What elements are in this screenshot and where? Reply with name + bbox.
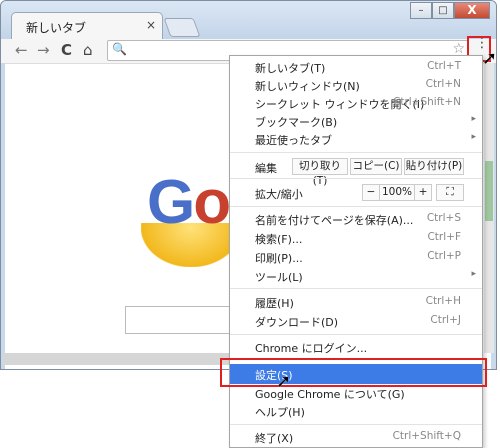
menu-item-new-window[interactable]: 新しいウィンドウ(N) Ctrl+N [230,76,482,94]
menu-separator [230,424,482,425]
google-search-box[interactable] [125,306,235,334]
window-controls: – □ X [410,2,490,19]
paste-button[interactable]: 貼り付け(P) [404,158,464,175]
menu-item-downloads[interactable]: ダウンロード(D) Ctrl+J [230,312,482,330]
maximize-button[interactable]: □ [432,2,454,19]
scrollbar-thumb[interactable] [485,161,493,221]
zoom-out-button[interactable]: − [362,184,380,201]
menu-item-find[interactable]: 検索(F)... Ctrl+F [230,229,482,247]
menu-item-new-tab[interactable]: 新しいタブ(T) Ctrl+T [230,58,482,76]
menu-item-sign-in[interactable]: Chrome にログイン... [230,338,482,356]
tab-title: 新しいタブ [26,21,87,35]
minimize-button[interactable]: – [410,2,432,19]
home-icon[interactable]: ⌂ [83,41,93,59]
zoom-in-button[interactable]: + [414,184,432,201]
menu-item-bookmarks[interactable]: ブックマーク(B) ▸ [230,112,482,130]
title-bar: 新しいタブ × – □ X [1,1,496,40]
menu-separator [230,334,482,335]
tab-close-icon[interactable]: × [146,18,156,32]
menu-item-save-page[interactable]: 名前を付けてページを保存(A)... Ctrl+S [230,210,482,228]
menu-item-help[interactable]: ヘルプ(H) [230,402,482,420]
search-icon: 🔍 [112,42,127,56]
tab-new-tab[interactable]: 新しいタブ × [11,12,163,40]
menu-item-recent-tabs[interactable]: 最近使ったタブ ▸ [230,130,482,148]
new-tab-button[interactable] [163,18,201,37]
menu-separator [230,152,482,153]
horizontal-scrollbar[interactable] [3,353,231,365]
copy-button[interactable]: コピー(C) [350,158,402,175]
submenu-arrow-icon: ▸ [471,269,476,279]
mouse-cursor-icon: ➚ [276,371,292,392]
annotation-box [220,358,487,387]
back-arrow-icon[interactable]: ← [15,41,28,59]
menu-separator [230,206,482,207]
menu-item-history[interactable]: 履歴(H) Ctrl+H [230,293,482,311]
fullscreen-icon[interactable]: ⛶ [436,184,464,201]
menu-item-exit[interactable]: 終了(X) Ctrl+Shift+Q [230,428,482,446]
submenu-arrow-icon: ▸ [471,132,476,142]
menu-separator [230,178,482,179]
menu-separator [230,288,482,289]
close-window-button[interactable]: X [454,2,490,19]
zoom-level: 100% [380,184,414,201]
menu-item-incognito[interactable]: シークレット ウィンドウを開く(I) Ctrl+Shift+N [230,94,482,112]
forward-arrow-icon[interactable]: → [37,41,50,59]
logo-letter: o [193,168,231,237]
menu-item-print[interactable]: 印刷(P)... Ctrl+P [230,248,482,266]
google-logo[interactable]: Go [147,167,231,238]
menu-item-tools[interactable]: ツール(L) ▸ [230,267,482,285]
cut-button[interactable]: 切り取り(T) [292,158,348,187]
chrome-menu: 新しいタブ(T) Ctrl+T 新しいウィンドウ(N) Ctrl+N シークレッ… [229,55,483,448]
reload-icon[interactable]: C [61,41,72,59]
submenu-arrow-icon: ▸ [471,114,476,124]
mouse-cursor-icon: ➚ [482,48,498,69]
logo-letter: G [147,168,195,237]
